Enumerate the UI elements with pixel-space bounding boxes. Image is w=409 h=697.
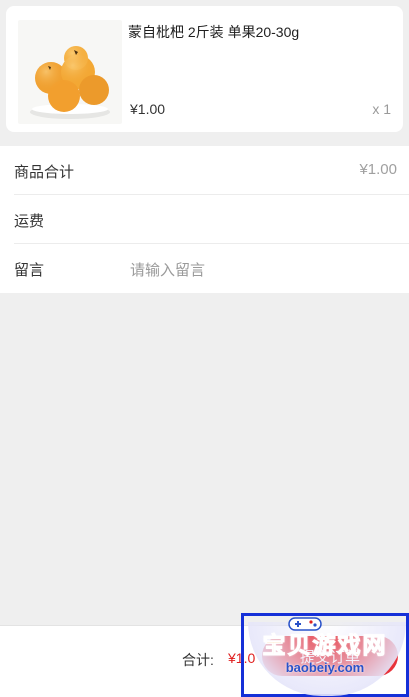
checkout-bar: 合计: ¥1.0 提交订单 (0, 625, 409, 697)
order-summary: 商品合计 ¥1.00 运费 留言 (0, 146, 409, 293)
shipping-row: 运费 (14, 195, 409, 244)
product-price: ¥1.00 (130, 101, 166, 117)
subtotal-row: 商品合计 ¥1.00 (14, 146, 409, 195)
subtotal-label: 商品合计 (14, 164, 75, 181)
loquat-fruit-image (18, 20, 122, 124)
total-label: 合计: (182, 652, 214, 668)
product-quantity: x 1 (372, 101, 391, 117)
message-row: 留言 (14, 244, 409, 293)
message-input[interactable] (130, 256, 400, 284)
submit-order-button[interactable]: 提交订单 (262, 636, 398, 676)
subtotal-value: ¥1.00 (359, 161, 397, 178)
product-card: 蒙自枇杷 2斤装 单果20-30g ¥1.00 x 1 (6, 6, 403, 132)
order-confirmation-page: 蒙自枇杷 2斤装 单果20-30g ¥1.00 x 1 商品合计 ¥1.00 运… (0, 0, 409, 697)
message-label: 留言 (14, 262, 45, 279)
total-amount: ¥1.0 (228, 650, 256, 666)
product-name: 蒙自枇杷 2斤装 单果20-30g (128, 24, 300, 40)
shipping-label: 运费 (14, 213, 45, 230)
